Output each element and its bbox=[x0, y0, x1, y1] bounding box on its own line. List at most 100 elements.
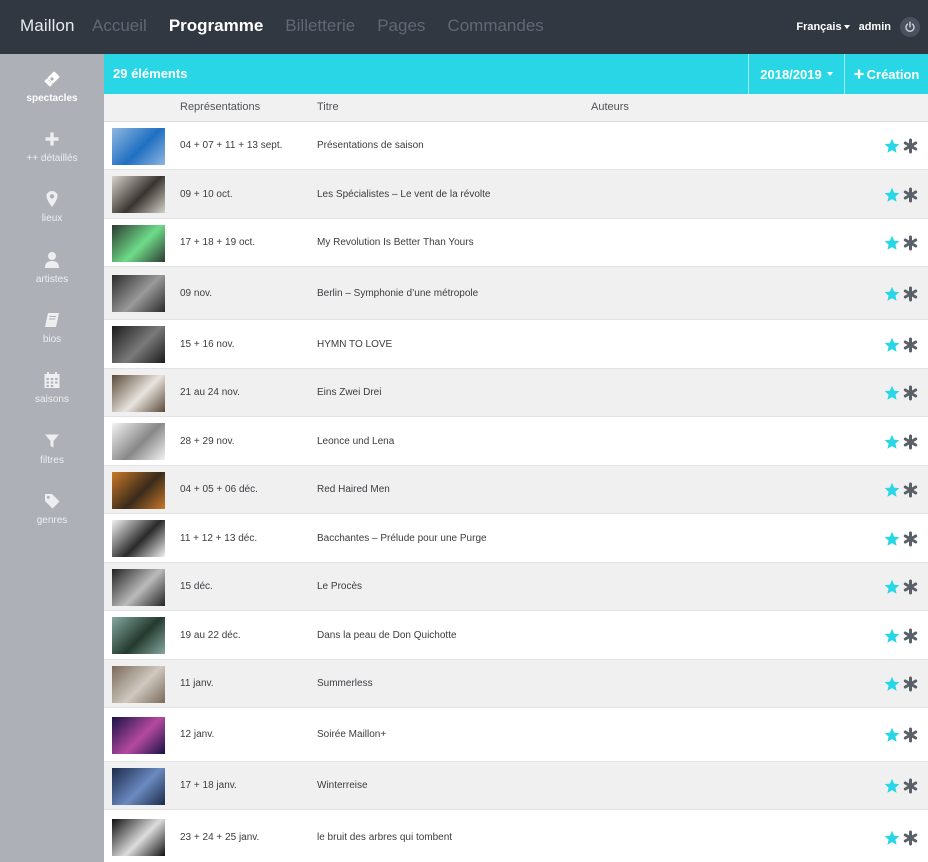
row-title[interactable]: Berlin – Symphonie d’une métropole bbox=[317, 288, 478, 299]
row-dates: 21 au 24 nov. bbox=[180, 387, 240, 398]
asterisk-icon[interactable] bbox=[903, 676, 918, 697]
star-icon[interactable] bbox=[884, 434, 900, 455]
asterisk-icon[interactable] bbox=[903, 434, 918, 455]
row-title[interactable]: Les Spécialistes – Le vent de la révolte bbox=[317, 189, 490, 200]
sidebar-item-artistes[interactable]: artistes bbox=[0, 249, 104, 285]
table-row[interactable]: 15 + 16 nov. HYMN TO LOVE bbox=[104, 320, 928, 369]
sidebar-item-saisons[interactable]: saisons bbox=[0, 369, 104, 405]
column-header-auteurs[interactable]: Auteurs bbox=[591, 101, 629, 113]
table-row[interactable]: 09 + 10 oct. Les Spécialistes – Le vent d… bbox=[104, 170, 928, 219]
table-row[interactable]: 19 au 22 déc. Dans la peau de Don Quichot… bbox=[104, 611, 928, 660]
table-row[interactable]: 15 déc. Le Procès bbox=[104, 563, 928, 611]
table-row[interactable]: 17 + 18 janv. Winterreise bbox=[104, 762, 928, 810]
thumbnail-image bbox=[112, 472, 165, 509]
create-button[interactable]: Création bbox=[844, 54, 928, 94]
user-menu[interactable]: admin bbox=[859, 21, 891, 33]
column-header-titre[interactable]: Titre bbox=[317, 101, 339, 113]
sidebar-item-label: artistes bbox=[35, 274, 69, 285]
asterisk-icon[interactable] bbox=[903, 830, 918, 851]
asterisk-icon[interactable] bbox=[903, 337, 918, 358]
sidebar-item-genres[interactable]: genres bbox=[0, 490, 104, 526]
asterisk-icon[interactable] bbox=[903, 778, 918, 799]
star-icon[interactable] bbox=[884, 727, 900, 748]
asterisk-icon[interactable] bbox=[903, 628, 918, 649]
row-title[interactable]: Leonce und Lena bbox=[317, 436, 394, 447]
user-menu-area: Français admin bbox=[796, 17, 920, 37]
nav-programme[interactable]: Programme bbox=[169, 16, 263, 36]
sidebar-item-label: lieux bbox=[41, 213, 63, 224]
nav-billetterie[interactable]: Billetterie bbox=[285, 16, 355, 36]
sidebar-item-lieux[interactable]: lieux bbox=[0, 188, 104, 224]
sidebar-item-filtres[interactable]: filtres bbox=[0, 430, 104, 466]
table-row[interactable]: 12 janv. Soirée Maillon+ bbox=[104, 708, 928, 762]
row-dates: 23 + 24 + 25 janv. bbox=[180, 832, 260, 843]
row-title[interactable]: Red Haired Men bbox=[317, 484, 390, 495]
asterisk-icon[interactable] bbox=[903, 385, 918, 406]
table-row[interactable]: 11 janv. Summerless bbox=[104, 660, 928, 708]
table-row[interactable]: 09 nov. Berlin – Symphonie d’une métropol… bbox=[104, 267, 928, 320]
power-icon[interactable] bbox=[900, 17, 920, 37]
table-row[interactable]: 04 + 07 + 11 + 13 sept. Présentations de … bbox=[104, 122, 928, 170]
row-dates: 15 déc. bbox=[180, 581, 213, 592]
nav-commandes[interactable]: Commandes bbox=[447, 16, 543, 36]
asterisk-icon[interactable] bbox=[903, 235, 918, 256]
star-icon[interactable] bbox=[884, 235, 900, 256]
star-icon[interactable] bbox=[884, 628, 900, 649]
main-nav: Accueil Programme Billetterie Pages Comm… bbox=[92, 16, 566, 36]
row-title[interactable]: Le Procès bbox=[317, 581, 362, 592]
table-row[interactable]: 17 + 18 + 19 oct. My Revolution Is Better… bbox=[104, 219, 928, 267]
sidebar-item-label: genres bbox=[36, 515, 68, 526]
nav-pages[interactable]: Pages bbox=[377, 16, 425, 36]
asterisk-icon[interactable] bbox=[903, 286, 918, 307]
table-row[interactable]: 28 + 29 nov. Leonce und Lena bbox=[104, 417, 928, 466]
star-icon[interactable] bbox=[884, 676, 900, 697]
row-title[interactable]: Winterreise bbox=[317, 780, 368, 791]
star-icon[interactable] bbox=[884, 482, 900, 503]
table-row[interactable]: 21 au 24 nov. Eins Zwei Drei bbox=[104, 369, 928, 417]
asterisk-icon[interactable] bbox=[903, 531, 918, 552]
thumbnail-image bbox=[112, 617, 165, 654]
map-marker-icon bbox=[0, 188, 104, 210]
sidebar-item-spectacles[interactable]: spectacles bbox=[0, 68, 104, 104]
row-title[interactable]: Bacchantes – Prélude pour une Purge bbox=[317, 533, 487, 544]
column-header-representations[interactable]: Représentations bbox=[180, 101, 260, 113]
table-row[interactable]: 23 + 24 + 25 janv. le bruit des arbres qu… bbox=[104, 810, 928, 862]
row-title[interactable]: Summerless bbox=[317, 678, 373, 689]
table-row[interactable]: 11 + 12 + 13 déc. Bacchantes – Prélude po… bbox=[104, 514, 928, 563]
star-icon[interactable] bbox=[884, 138, 900, 159]
star-icon[interactable] bbox=[884, 579, 900, 600]
language-label: Français bbox=[796, 21, 842, 33]
language-dropdown[interactable]: Français bbox=[796, 21, 850, 33]
asterisk-icon[interactable] bbox=[903, 579, 918, 600]
star-icon[interactable] bbox=[884, 385, 900, 406]
row-title[interactable]: le bruit des arbres qui tombent bbox=[317, 832, 452, 843]
sidebar-item-detailles[interactable]: ++ détaillés bbox=[0, 128, 104, 164]
ticket-icon bbox=[0, 68, 104, 90]
row-dates: 11 + 12 + 13 déc. bbox=[180, 533, 258, 544]
star-icon[interactable] bbox=[884, 830, 900, 851]
star-icon[interactable] bbox=[884, 286, 900, 307]
star-icon[interactable] bbox=[884, 187, 900, 208]
asterisk-icon[interactable] bbox=[903, 727, 918, 748]
row-title[interactable]: Présentations de saison bbox=[317, 140, 424, 151]
row-title[interactable]: Dans la peau de Don Quichotte bbox=[317, 630, 457, 641]
thumbnail-image bbox=[112, 520, 165, 557]
table-row[interactable]: 04 + 05 + 06 déc. Red Haired Men bbox=[104, 466, 928, 514]
star-icon[interactable] bbox=[884, 778, 900, 799]
asterisk-icon[interactable] bbox=[903, 138, 918, 159]
asterisk-icon[interactable] bbox=[903, 482, 918, 503]
thumbnail-image bbox=[112, 423, 165, 460]
asterisk-icon[interactable] bbox=[903, 187, 918, 208]
sidebar-item-label: bios bbox=[42, 334, 62, 345]
row-title[interactable]: HYMN TO LOVE bbox=[317, 339, 392, 350]
star-icon[interactable] bbox=[884, 337, 900, 358]
sidebar-item-bios[interactable]: bios bbox=[0, 309, 104, 345]
season-dropdown[interactable]: 2018/2019 bbox=[748, 54, 844, 94]
row-title[interactable]: My Revolution Is Better Than Yours bbox=[317, 237, 474, 248]
row-title[interactable]: Eins Zwei Drei bbox=[317, 387, 381, 398]
row-title[interactable]: Soirée Maillon+ bbox=[317, 729, 386, 740]
brand-logo[interactable]: Maillon bbox=[20, 16, 75, 36]
thumbnail-image bbox=[112, 326, 165, 363]
star-icon[interactable] bbox=[884, 531, 900, 552]
nav-accueil[interactable]: Accueil bbox=[92, 16, 147, 36]
